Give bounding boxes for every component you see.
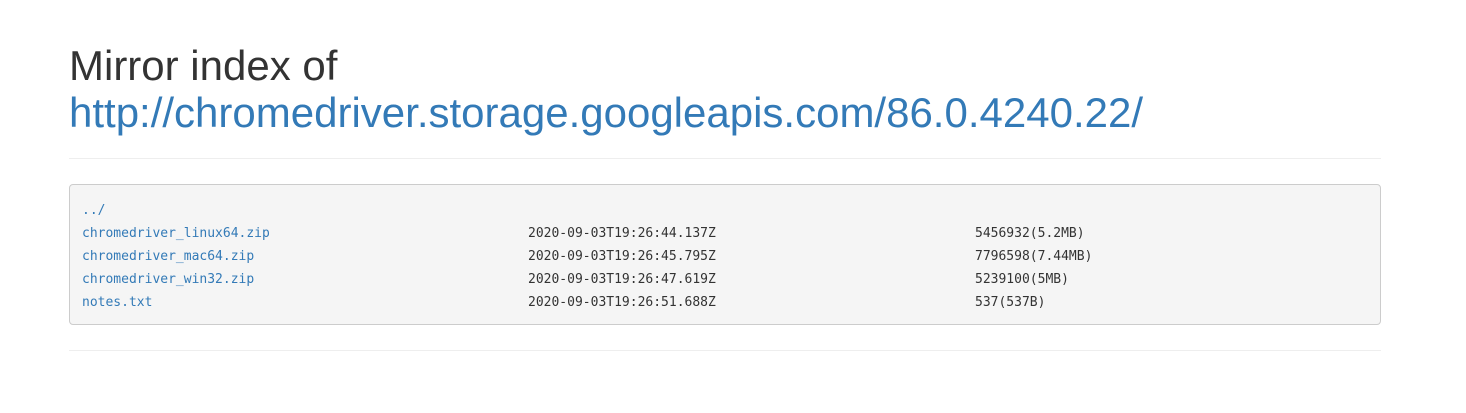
file-modified-date: 2020-09-03T19:26:44.137Z [528,226,716,241]
file-link[interactable]: notes.txt [82,295,152,310]
file-listing: ../ chromedriver_linux64.zip 2020-09-03T… [69,184,1381,325]
file-size: 7796598(7.44MB) [975,249,1093,264]
footer-divider [69,350,1381,351]
file-row: chromedriver_mac64.zip 2020-09-03T19:26:… [82,245,1368,268]
file-row: chromedriver_win32.zip 2020-09-03T19:26:… [82,268,1368,291]
header-divider [69,158,1381,159]
file-link[interactable]: chromedriver_win32.zip [82,272,254,287]
file-link[interactable]: chromedriver_linux64.zip [82,226,270,241]
page-title: Mirror index of http://chromedriver.stor… [69,0,1381,136]
mirror-source-link[interactable]: http://chromedriver.storage.googleapis.c… [69,89,1143,136]
parent-directory-link[interactable]: ../ [82,199,105,222]
file-size: 5456932(5.2MB) [975,226,1085,241]
file-size: 5239100(5MB) [975,272,1069,287]
file-row: notes.txt 2020-09-03T19:26:51.688Z 537(5… [82,291,1368,314]
parent-directory-row: ../ [82,199,1368,222]
page-title-prefix: Mirror index of [69,42,338,89]
page-container: Mirror index of http://chromedriver.stor… [69,0,1381,351]
file-modified-date: 2020-09-03T19:26:45.795Z [528,249,716,264]
file-row: chromedriver_linux64.zip 2020-09-03T19:2… [82,222,1368,245]
file-modified-date: 2020-09-03T19:26:51.688Z [528,295,716,310]
file-link[interactable]: chromedriver_mac64.zip [82,249,254,264]
file-size: 537(537B) [975,295,1046,310]
file-modified-date: 2020-09-03T19:26:47.619Z [528,272,716,287]
